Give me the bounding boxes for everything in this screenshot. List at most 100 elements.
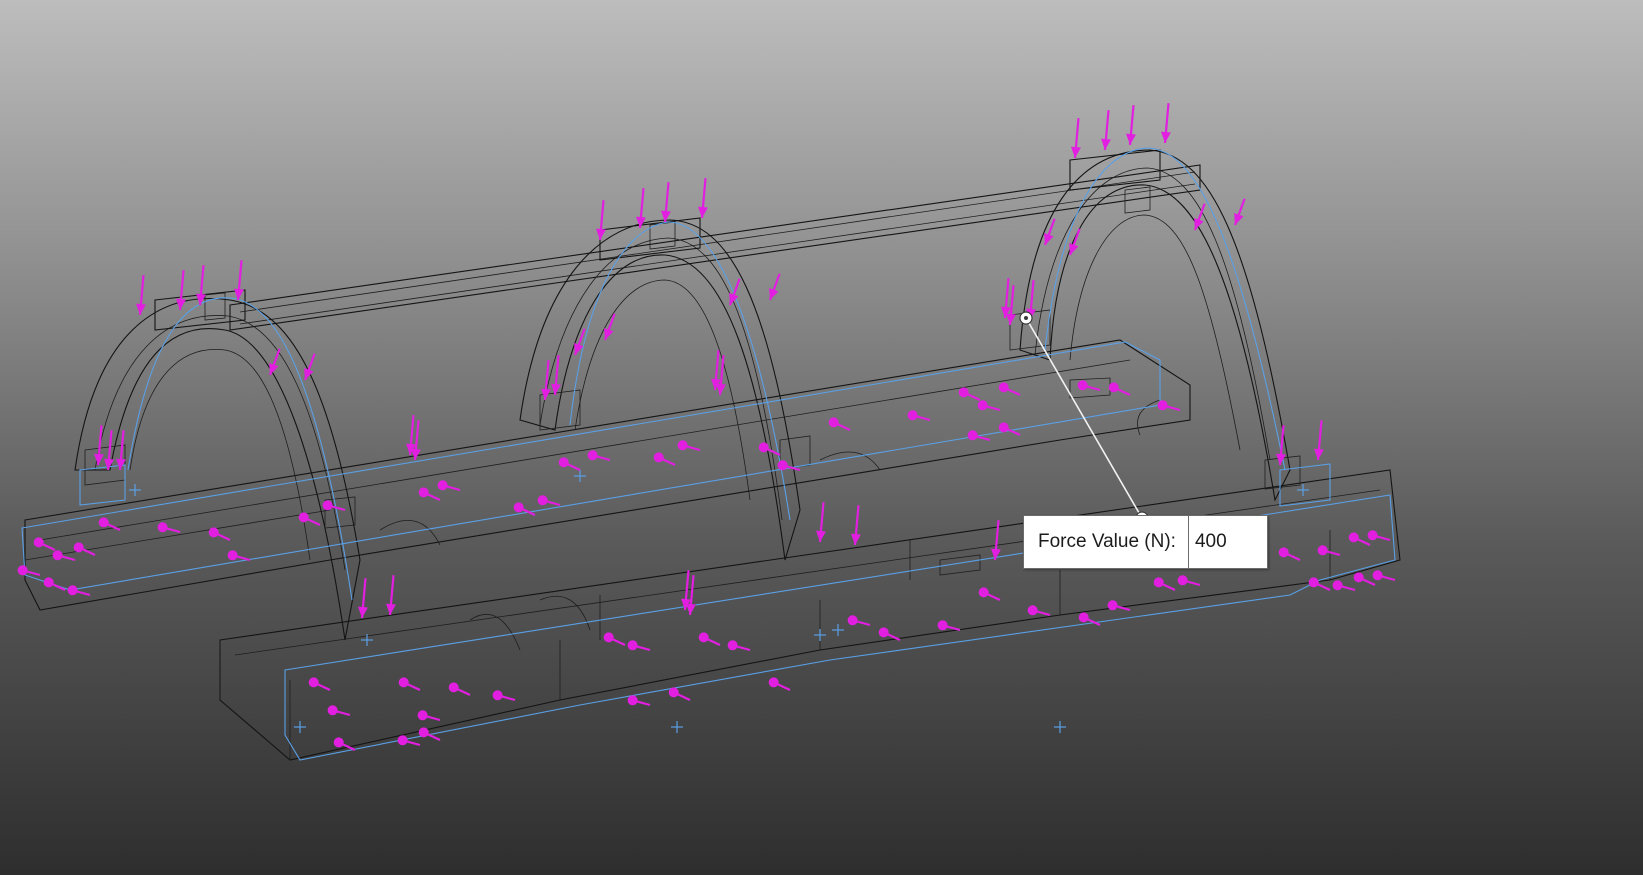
crosshair-icon bbox=[832, 624, 844, 636]
force-arrow-icon bbox=[998, 382, 1021, 396]
crosshair-icon bbox=[1297, 484, 1309, 496]
force-arrow-icon bbox=[768, 677, 791, 691]
crosshair-icon bbox=[574, 470, 586, 482]
force-arrow-icon bbox=[1308, 577, 1331, 591]
force-arrow-icon bbox=[1107, 600, 1131, 612]
force-arrow-icon bbox=[978, 587, 1001, 601]
force-arrow-icon bbox=[94, 425, 104, 466]
force-arrow-icon bbox=[777, 460, 801, 472]
crosshair-icon bbox=[814, 629, 826, 641]
force-arrow-icon bbox=[977, 400, 1001, 412]
force-arrow-icon bbox=[1126, 105, 1136, 146]
force-arrow-icon bbox=[308, 677, 331, 691]
force-arrow-icon bbox=[1177, 575, 1201, 587]
force-arrow-icon bbox=[1233, 198, 1246, 226]
force-arrow-icon bbox=[627, 695, 651, 707]
force-arrow-icon bbox=[661, 182, 671, 223]
force-arrow-icon bbox=[958, 387, 981, 401]
force-arrow-icon bbox=[727, 640, 751, 652]
force-arrow-icon bbox=[1332, 580, 1356, 592]
force-arrow-icon bbox=[1278, 547, 1301, 561]
force-arrow-icon bbox=[698, 178, 708, 219]
force-arrow-icon bbox=[828, 417, 851, 431]
force-arrow-icon bbox=[603, 632, 626, 646]
force-arrow-icon bbox=[937, 620, 961, 632]
3d-model-viewport[interactable] bbox=[0, 0, 1643, 875]
force-arrow-icon bbox=[52, 550, 76, 562]
force-arrow-icon bbox=[728, 278, 741, 306]
force-arrow-icon bbox=[43, 577, 66, 591]
force-arrow-icon bbox=[1027, 605, 1051, 617]
force-arrow-icon bbox=[386, 575, 396, 616]
drag-handle-icon[interactable] bbox=[1019, 311, 1033, 325]
wireframe-bracket-model bbox=[24, 149, 1401, 761]
force-arrow-icon bbox=[303, 353, 316, 381]
crosshair-icon bbox=[129, 484, 141, 496]
force-arrow-icon bbox=[17, 565, 41, 577]
force-arrow-icon bbox=[677, 440, 701, 452]
force-arrow-icon bbox=[1077, 380, 1101, 392]
crosshair-icon bbox=[361, 634, 373, 646]
force-arrow-icon bbox=[1101, 110, 1111, 151]
crosshair-icon bbox=[294, 721, 306, 733]
force-arrow-icon bbox=[587, 450, 611, 462]
force-arrow-icon bbox=[98, 517, 121, 531]
force-arrow-icon bbox=[668, 687, 691, 701]
force-arrow-icon bbox=[358, 578, 368, 619]
force-arrow-icon bbox=[558, 457, 581, 471]
force-arrow-icon bbox=[1071, 118, 1081, 159]
force-arrow-icon bbox=[768, 273, 781, 301]
force-arrow-icon bbox=[1001, 278, 1011, 319]
force-arrow-icon bbox=[1108, 382, 1131, 396]
force-arrow-icon bbox=[298, 512, 321, 526]
force-value-input[interactable] bbox=[1187, 516, 1267, 568]
force-arrow-icon bbox=[627, 640, 651, 652]
force-arrow-icon bbox=[418, 487, 441, 501]
force-arrow-icon bbox=[847, 615, 871, 627]
force-arrow-icon bbox=[907, 410, 931, 422]
force-arrow-icon bbox=[1157, 400, 1181, 412]
force-arrow-icon bbox=[1153, 577, 1176, 591]
force-arrow-icon bbox=[537, 495, 561, 507]
force-arrow-icon bbox=[596, 200, 606, 241]
force-arrow-icon bbox=[551, 355, 561, 396]
force-value-label: Force Value (N): bbox=[1038, 531, 1176, 552]
force-arrow-icon bbox=[327, 705, 351, 717]
force-arrow-icon bbox=[1161, 103, 1171, 144]
force-arrow-icon bbox=[417, 710, 441, 722]
force-arrows bbox=[17, 103, 1396, 751]
force-arrow-icon bbox=[1367, 530, 1391, 542]
force-arrow-icon bbox=[157, 522, 181, 534]
force-arrow-icon bbox=[1317, 545, 1341, 557]
force-arrow-icon bbox=[398, 677, 421, 691]
force-arrow-icon bbox=[268, 348, 281, 376]
selected-faces-outline bbox=[21, 147, 1396, 761]
force-arrow-icon bbox=[437, 480, 461, 492]
force-arrow-icon bbox=[1314, 420, 1324, 461]
force-arrow-icon bbox=[176, 270, 186, 311]
force-arrow-icon bbox=[1372, 570, 1396, 582]
force-arrow-icon bbox=[136, 275, 146, 316]
crosshair-icon bbox=[1054, 721, 1066, 733]
force-arrow-icon bbox=[1068, 228, 1081, 256]
force-arrow-icon bbox=[998, 422, 1021, 436]
force-arrow-icon bbox=[208, 527, 231, 541]
force-arrow-icon bbox=[878, 627, 901, 641]
force-arrow-icon bbox=[227, 550, 251, 562]
force-arrow-icon bbox=[991, 520, 1001, 561]
crosshair-icon bbox=[671, 721, 683, 733]
force-arrow-icon bbox=[1348, 532, 1371, 546]
force-arrow-icon bbox=[448, 682, 471, 696]
force-value-callout: Force Value (N): bbox=[1023, 515, 1268, 569]
force-arrow-icon bbox=[104, 430, 114, 471]
force-arrow-icon bbox=[653, 452, 676, 466]
force-arrow-icon bbox=[636, 188, 646, 229]
force-arrow-icon bbox=[851, 505, 861, 546]
force-arrow-icon bbox=[492, 690, 516, 702]
force-arrow-icon bbox=[1276, 425, 1286, 466]
force-arrow-icon bbox=[1043, 218, 1056, 246]
force-arrow-icon bbox=[816, 502, 826, 543]
force-arrow-icon bbox=[698, 632, 721, 646]
force-arrow-icon bbox=[1353, 572, 1376, 586]
force-arrow-icon bbox=[234, 260, 244, 301]
